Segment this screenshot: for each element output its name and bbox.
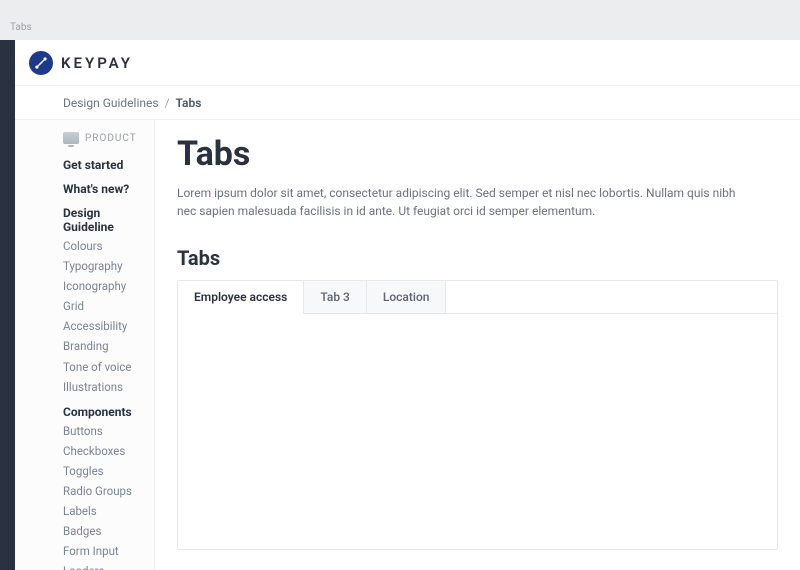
page-description: Lorem ipsum dolor sit amet, consectetur … bbox=[177, 184, 737, 220]
tab-strip: Employee access Tab 3 Location bbox=[178, 281, 777, 314]
page-title: Tabs bbox=[177, 134, 778, 174]
brand-logo[interactable]: KEYPAY bbox=[29, 51, 133, 75]
tabs-example: Employee access Tab 3 Location bbox=[177, 280, 778, 550]
nav-item-buttons[interactable]: Buttons bbox=[63, 423, 154, 439]
tab-tab-3[interactable]: Tab 3 bbox=[304, 281, 367, 314]
app-root: KEYPAY Design Guidelines / Tabs PRODUCT … bbox=[0, 40, 800, 570]
breadcrumb-separator: / bbox=[165, 96, 170, 110]
nav-item-typography[interactable]: Typography bbox=[63, 258, 154, 274]
tab-employee-access[interactable]: Employee access bbox=[178, 281, 304, 314]
nav-item-accessibility[interactable]: Accessibility bbox=[63, 318, 154, 334]
nav-item-iconography[interactable]: Iconography bbox=[63, 278, 154, 294]
product-label: PRODUCT bbox=[85, 133, 137, 144]
monitor-icon bbox=[63, 132, 79, 144]
nav-item-branding[interactable]: Branding bbox=[63, 338, 154, 354]
breadcrumb-current: Tabs bbox=[176, 96, 202, 110]
nav-item-illustrations[interactable]: Illustrations bbox=[63, 379, 154, 395]
section-heading-tabs: Tabs bbox=[177, 246, 778, 270]
brand-name: KEYPAY bbox=[61, 54, 133, 72]
tab-location[interactable]: Location bbox=[367, 281, 447, 314]
breadcrumb: Design Guidelines / Tabs bbox=[15, 86, 800, 120]
page: KEYPAY Design Guidelines / Tabs PRODUCT … bbox=[15, 40, 800, 570]
nav-item-loaders[interactable]: Loaders bbox=[63, 563, 154, 570]
nav-item-form-input[interactable]: Form Input bbox=[63, 543, 154, 559]
nav-item-labels[interactable]: Labels bbox=[63, 503, 154, 519]
nav-item-radio-groups[interactable]: Radio Groups bbox=[63, 483, 154, 499]
nav-item-badges[interactable]: Badges bbox=[63, 523, 154, 539]
main-content: Tabs Lorem ipsum dolor sit amet, consect… bbox=[155, 120, 800, 570]
collapsed-left-rail[interactable] bbox=[0, 40, 15, 570]
nav-item-colours[interactable]: Colours bbox=[63, 238, 154, 254]
app-header: KEYPAY bbox=[15, 40, 800, 86]
nav-item-grid[interactable]: Grid bbox=[63, 298, 154, 314]
browser-tab-label[interactable]: Tabs bbox=[10, 22, 32, 33]
nav-item-toggles[interactable]: Toggles bbox=[63, 463, 154, 479]
product-switcher[interactable]: PRODUCT bbox=[63, 132, 154, 144]
nav-link-design-guideline[interactable]: Design Guideline bbox=[63, 206, 154, 234]
wrench-screwdriver-icon bbox=[29, 51, 53, 75]
nav-link-whats-new[interactable]: What's new? bbox=[63, 182, 154, 196]
page-body: PRODUCT Get started What's new? Design G… bbox=[15, 120, 800, 570]
nav-item-tone-of-voice[interactable]: Tone of voice bbox=[63, 359, 154, 375]
sidebar: PRODUCT Get started What's new? Design G… bbox=[15, 120, 155, 570]
nav-link-get-started[interactable]: Get started bbox=[63, 158, 154, 172]
breadcrumb-parent[interactable]: Design Guidelines bbox=[63, 96, 159, 110]
nav-item-checkboxes[interactable]: Checkboxes bbox=[63, 443, 154, 459]
browser-tab-bar: Tabs bbox=[0, 0, 800, 40]
nav-heading-components[interactable]: Components bbox=[63, 405, 154, 419]
